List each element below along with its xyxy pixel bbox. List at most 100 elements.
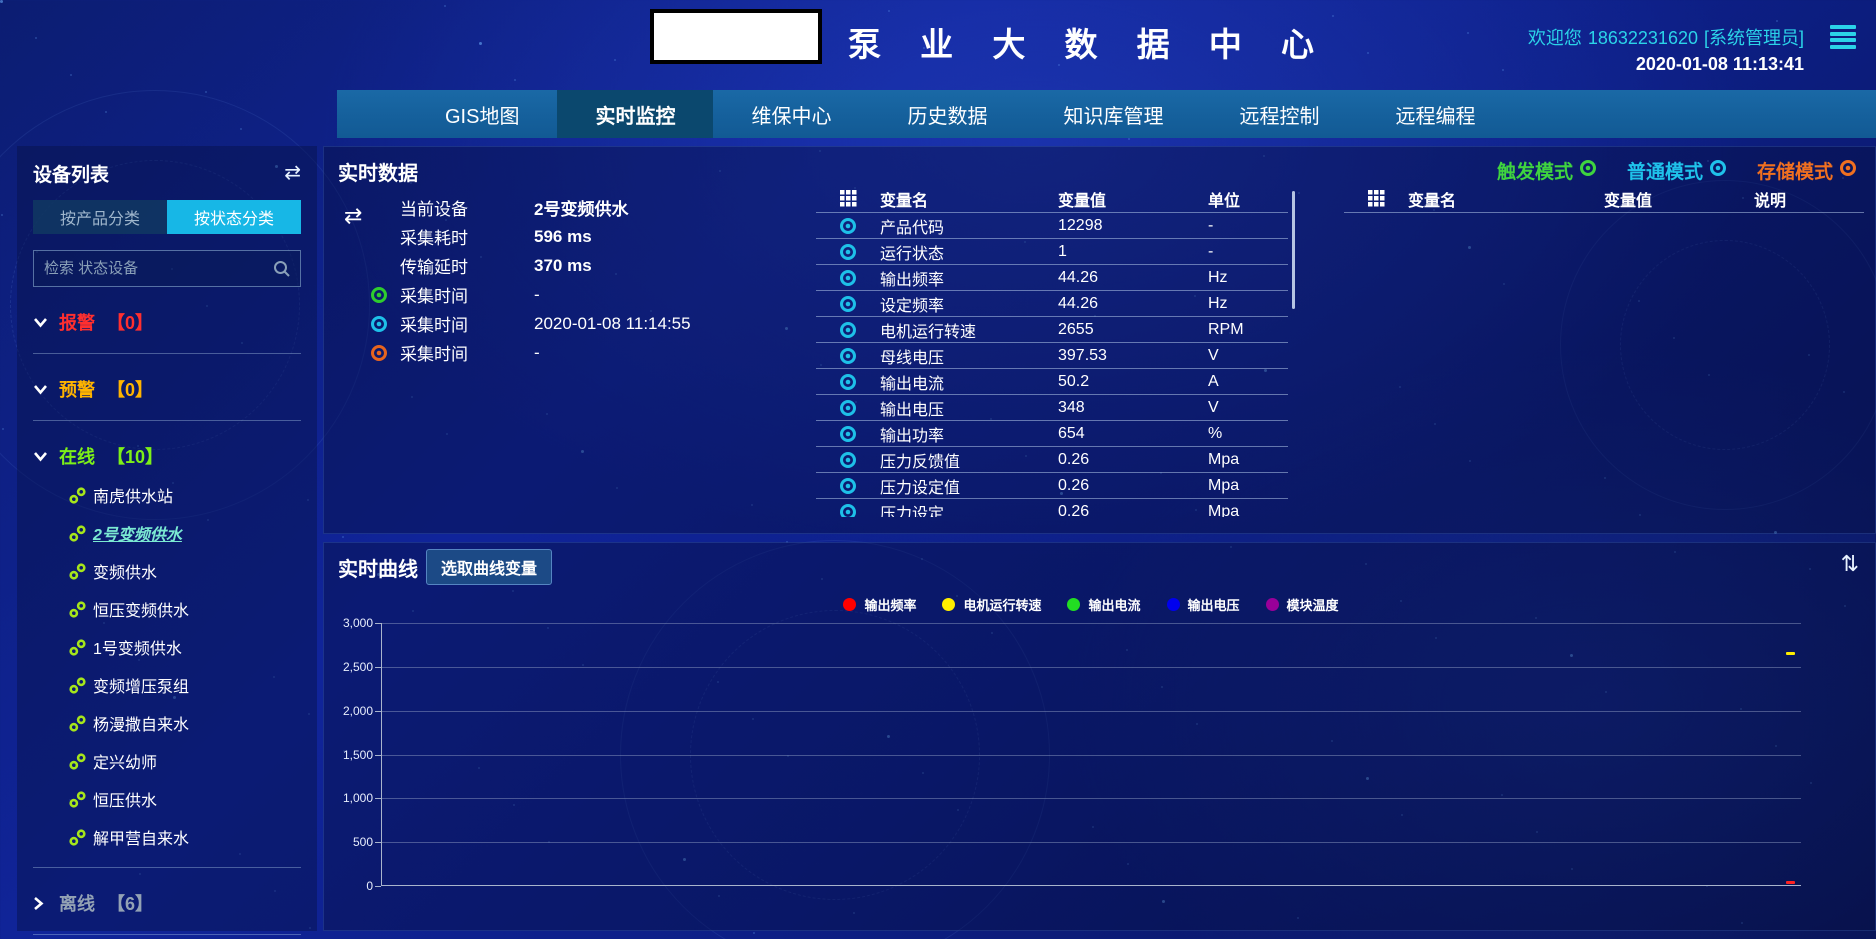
table-row[interactable]: 运行状态1- bbox=[816, 239, 1288, 265]
legend-item[interactable]: 输出电压 bbox=[1167, 595, 1240, 614]
legend-item[interactable]: 输出电流 bbox=[1067, 595, 1140, 614]
device-item[interactable]: 杨漫撒自来水 bbox=[69, 711, 301, 735]
info-value: 2号变频供水 bbox=[534, 195, 628, 220]
y-axis-label: 2,000 bbox=[313, 704, 373, 718]
table-row[interactable]: 输出电流50.2A bbox=[816, 369, 1288, 395]
nav-item-4[interactable]: 知识库管理 bbox=[1025, 90, 1201, 138]
gridline bbox=[382, 623, 1801, 624]
table-row[interactable]: 输出电压348V bbox=[816, 395, 1288, 421]
table-row[interactable]: 电机运行转速2655RPM bbox=[816, 317, 1288, 343]
cell-variable-name: 设定频率 bbox=[880, 292, 1058, 316]
tree-group-label: 预警 bbox=[59, 376, 95, 402]
legend-dot bbox=[843, 598, 856, 611]
target-radio-icon[interactable] bbox=[816, 451, 880, 469]
device-item[interactable]: 定兴幼师 bbox=[69, 749, 301, 773]
device-list-panel: 设备列表 ⇄ 按产品分类 按状态分类 报警【0】预警【0】在线【10】南虎供水站… bbox=[17, 146, 317, 931]
device-item[interactable]: 恒压变频供水 bbox=[69, 597, 301, 621]
info-value: 2020-01-08 11:14:55 bbox=[534, 314, 691, 334]
user-role: [系统管理员] bbox=[1704, 28, 1804, 48]
cell-variable-unit: A bbox=[1208, 373, 1288, 391]
target-radio-icon[interactable] bbox=[816, 243, 880, 261]
tree-group-2[interactable]: 在线【10】 bbox=[33, 443, 301, 469]
cell-variable-unit: RPM bbox=[1208, 321, 1288, 339]
target-radio-icon[interactable] bbox=[816, 425, 880, 443]
table-row[interactable]: 母线电压397.53V bbox=[816, 343, 1288, 369]
up-down-arrows-icon[interactable]: ⇅ bbox=[1841, 551, 1859, 577]
cell-variable-unit: Mpa bbox=[1208, 477, 1288, 495]
mode-button-2[interactable]: 存储模式 bbox=[1757, 157, 1857, 184]
target-radio-icon[interactable] bbox=[816, 295, 880, 313]
table-row[interactable]: 输出频率44.26Hz bbox=[816, 265, 1288, 291]
swap-horizontal-icon[interactable]: ⇄ bbox=[284, 163, 301, 183]
y-axis-label: 1,000 bbox=[313, 791, 373, 805]
nav-item-6[interactable]: 远程编程 bbox=[1357, 90, 1513, 138]
nav-item-2[interactable]: 维保中心 bbox=[713, 90, 869, 138]
tab-by-status[interactable]: 按状态分类 bbox=[167, 200, 301, 234]
table-row[interactable]: 设定频率44.26Hz bbox=[816, 291, 1288, 317]
legend-item[interactable]: 电机运行转速 bbox=[942, 595, 1041, 614]
nav-item-0[interactable]: GIS地图 bbox=[407, 90, 557, 138]
target-radio-icon[interactable] bbox=[816, 399, 880, 417]
info-row: 当前设备2号变频供水 bbox=[370, 193, 691, 222]
swap-device-icon[interactable]: ⇄ bbox=[344, 203, 362, 229]
realtime-chart: 3,0002,5002,0001,5001,0005000 bbox=[381, 623, 1801, 886]
target-radio-icon[interactable] bbox=[816, 217, 880, 235]
device-item[interactable]: 解甲营自来水 bbox=[69, 825, 301, 849]
info-value: - bbox=[534, 343, 540, 363]
tab-by-product[interactable]: 按产品分类 bbox=[33, 200, 167, 234]
logo-placeholder bbox=[650, 9, 822, 64]
cell-variable-unit: % bbox=[1208, 425, 1288, 443]
target-radio-icon[interactable] bbox=[816, 373, 880, 391]
cell-variable-value: 0.26 bbox=[1058, 451, 1208, 469]
table-row[interactable]: 产品代码12298- bbox=[816, 213, 1288, 239]
mode-button-label: 触发模式 bbox=[1497, 157, 1573, 184]
legend-label: 模块温度 bbox=[1287, 595, 1339, 614]
target-radio-icon[interactable] bbox=[816, 477, 880, 495]
link-icon bbox=[69, 601, 93, 618]
target-radio-icon[interactable] bbox=[816, 503, 880, 518]
table-scrollbar[interactable] bbox=[1292, 191, 1295, 309]
column-header: 说明 bbox=[1754, 187, 1864, 211]
target-radio-icon[interactable] bbox=[816, 321, 880, 339]
device-search-input[interactable] bbox=[34, 251, 300, 286]
cell-variable-value: 1 bbox=[1058, 243, 1208, 261]
device-item[interactable]: 变频供水 bbox=[69, 559, 301, 583]
legend-item[interactable]: 模块温度 bbox=[1266, 595, 1339, 614]
status-target-icon bbox=[370, 286, 400, 304]
legend-label: 输出频率 bbox=[864, 595, 916, 614]
y-axis-label: 3,000 bbox=[313, 616, 373, 630]
cell-variable-value: 44.26 bbox=[1058, 295, 1208, 313]
device-item-label: 2号变频供水 bbox=[93, 521, 182, 545]
cell-variable-unit: - bbox=[1208, 243, 1288, 261]
mode-button-1[interactable]: 普通模式 bbox=[1627, 157, 1727, 184]
tree-group-3[interactable]: 离线【6】 bbox=[33, 890, 301, 916]
nav-item-5[interactable]: 远程控制 bbox=[1201, 90, 1357, 138]
device-item[interactable]: 2号变频供水 bbox=[69, 521, 301, 545]
cell-variable-unit: Mpa bbox=[1208, 503, 1288, 518]
table-row[interactable]: 压力设定值0.26Mpa bbox=[816, 473, 1288, 499]
table-row[interactable]: 压力反馈值0.26Mpa bbox=[816, 447, 1288, 473]
mode-button-0[interactable]: 触发模式 bbox=[1497, 157, 1597, 184]
device-item[interactable]: 变频增压泵组 bbox=[69, 673, 301, 697]
tree-group-1[interactable]: 预警【0】 bbox=[33, 376, 301, 402]
grid-icon bbox=[1344, 190, 1408, 207]
nav-item-3[interactable]: 历史数据 bbox=[869, 90, 1025, 138]
target-radio-icon[interactable] bbox=[816, 269, 880, 287]
tree-group-0[interactable]: 报警【0】 bbox=[33, 309, 301, 335]
select-curve-variables-button[interactable]: 选取曲线变量 bbox=[426, 549, 552, 585]
table-row[interactable]: 压力设定0.26Mpa bbox=[816, 499, 1288, 517]
menu-icon[interactable] bbox=[1830, 25, 1856, 49]
legend-item[interactable]: 输出频率 bbox=[843, 595, 916, 614]
table-header-row: 变量名变量值说明 bbox=[1344, 185, 1864, 213]
table-row[interactable]: 输出功率654% bbox=[816, 421, 1288, 447]
target-radio-icon[interactable] bbox=[816, 347, 880, 365]
target-radio-icon bbox=[1579, 159, 1597, 183]
gridline bbox=[382, 667, 1801, 668]
device-item[interactable]: 南虎供水站 bbox=[69, 483, 301, 507]
device-item[interactable]: 恒压供水 bbox=[69, 787, 301, 811]
info-row: 采集时间- bbox=[370, 280, 691, 309]
device-item[interactable]: 1号变频供水 bbox=[69, 635, 301, 659]
nav-item-1[interactable]: 实时监控 bbox=[557, 90, 713, 138]
y-axis-label: 2,500 bbox=[313, 660, 373, 674]
series-latest-mark bbox=[1786, 652, 1795, 655]
